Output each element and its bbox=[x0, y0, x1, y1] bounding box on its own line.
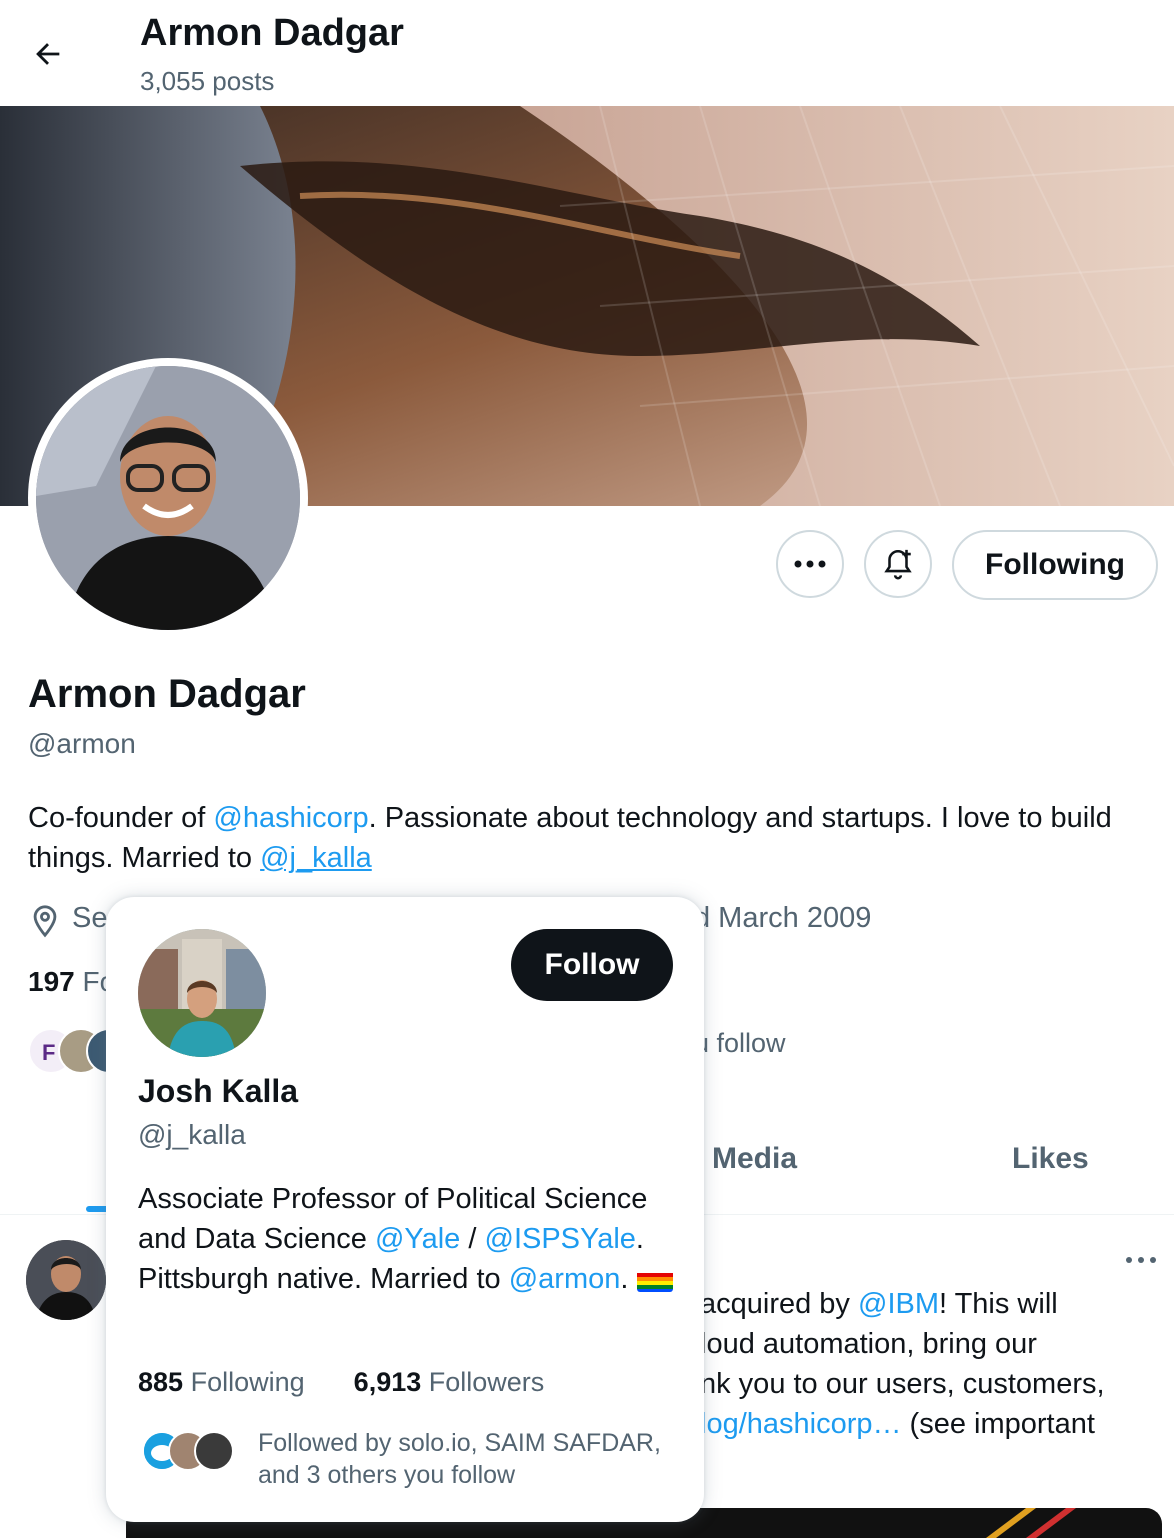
notifications-button[interactable] bbox=[864, 530, 932, 598]
followed-by-avatars[interactable]: F bbox=[28, 1028, 132, 1076]
user-hover-card: Follow Josh Kalla @j_kalla Associate Pro… bbox=[106, 897, 704, 1522]
bio-link-armon[interactable]: @armon bbox=[509, 1263, 621, 1295]
hover-card-follow-button[interactable]: Follow bbox=[511, 929, 673, 1001]
profile-bio: Co-founder of @hashicorp. Passionate abo… bbox=[28, 798, 1138, 878]
bio-text: Co-founder of bbox=[28, 802, 214, 834]
tab-likes[interactable]: Likes bbox=[1012, 1142, 1089, 1176]
hover-card-avatar[interactable] bbox=[138, 929, 266, 1057]
post-link-ibm[interactable]: @IBM bbox=[858, 1288, 939, 1320]
post-text-line: loud automation, bring our bbox=[700, 1328, 1037, 1360]
location-icon bbox=[33, 905, 57, 938]
post-text-line: nk you to our users, customers, bbox=[700, 1368, 1105, 1400]
followers-number: 6,913 bbox=[353, 1367, 422, 1397]
profile-header: Armon Dadgar 3,055 posts bbox=[0, 0, 1174, 106]
profile-handle: @armon bbox=[28, 728, 136, 759]
bio-link-yale[interactable]: @Yale bbox=[375, 1223, 460, 1255]
header-post-count: 3,055 posts bbox=[140, 66, 275, 96]
post-author-avatar[interactable] bbox=[26, 1240, 106, 1320]
bio-text: . bbox=[620, 1263, 637, 1295]
profile-name: Armon Dadgar bbox=[28, 672, 306, 716]
following-number: 197 bbox=[28, 966, 75, 997]
following-count[interactable]: 197 Fo bbox=[28, 966, 115, 998]
more-options-button[interactable] bbox=[776, 530, 844, 598]
joined-date: d March 2009 bbox=[694, 902, 872, 934]
bio-link-ispsyale[interactable]: @ISPSYale bbox=[485, 1223, 636, 1255]
more-dots-icon bbox=[794, 560, 826, 568]
header-title: Armon Dadgar bbox=[140, 12, 404, 54]
hover-card-stats: 885 Following 6,913 Followers bbox=[138, 1367, 544, 1398]
hover-card-followed-by-text[interactable]: Followed by solo.io, SAIM SAFDAR, and 3 … bbox=[258, 1427, 678, 1491]
bio-text: / bbox=[460, 1223, 485, 1255]
svg-text:F: F bbox=[42, 1040, 55, 1065]
followed-by-text: u follow bbox=[694, 1028, 786, 1058]
hover-card-handle[interactable]: @j_kalla bbox=[138, 1119, 246, 1151]
hover-card-name[interactable]: Josh Kalla bbox=[138, 1073, 298, 1110]
followers-label: Followers bbox=[428, 1367, 545, 1397]
post-link-blog[interactable]: log/hashicorp… bbox=[700, 1408, 902, 1440]
bell-plus-icon bbox=[884, 549, 912, 580]
hover-card-following[interactable]: 885 Following bbox=[138, 1367, 305, 1397]
post-text-line: ! This will bbox=[939, 1288, 1058, 1320]
follower-avatar bbox=[194, 1431, 234, 1471]
location-text: Se bbox=[72, 902, 108, 934]
hover-card-bio: Associate Professor of Political Science… bbox=[138, 1179, 678, 1299]
following-label: Following bbox=[190, 1367, 305, 1397]
post-more-icon[interactable] bbox=[1118, 1242, 1164, 1278]
tab-media[interactable]: Media bbox=[712, 1142, 797, 1176]
bio-link-hashicorp[interactable]: @hashicorp bbox=[213, 802, 368, 834]
pride-flag-icon bbox=[636, 1268, 673, 1293]
post-text: acquired by @IBM! This will loud automat… bbox=[700, 1284, 1160, 1444]
profile-avatar[interactable] bbox=[28, 358, 308, 638]
following-number: 885 bbox=[138, 1367, 184, 1397]
bio-link-j-kalla[interactable]: @j_kalla bbox=[260, 842, 372, 874]
following-button[interactable]: Following bbox=[952, 530, 1158, 600]
hover-card-followers[interactable]: 6,913 Followers bbox=[354, 1367, 545, 1397]
back-arrow-icon[interactable] bbox=[26, 32, 70, 76]
post-text-line: acquired by bbox=[700, 1288, 858, 1320]
hover-card-followed-by-avatars[interactable] bbox=[142, 1429, 242, 1473]
post-text-line: (see important bbox=[901, 1408, 1095, 1440]
avatar-photo bbox=[36, 366, 300, 630]
